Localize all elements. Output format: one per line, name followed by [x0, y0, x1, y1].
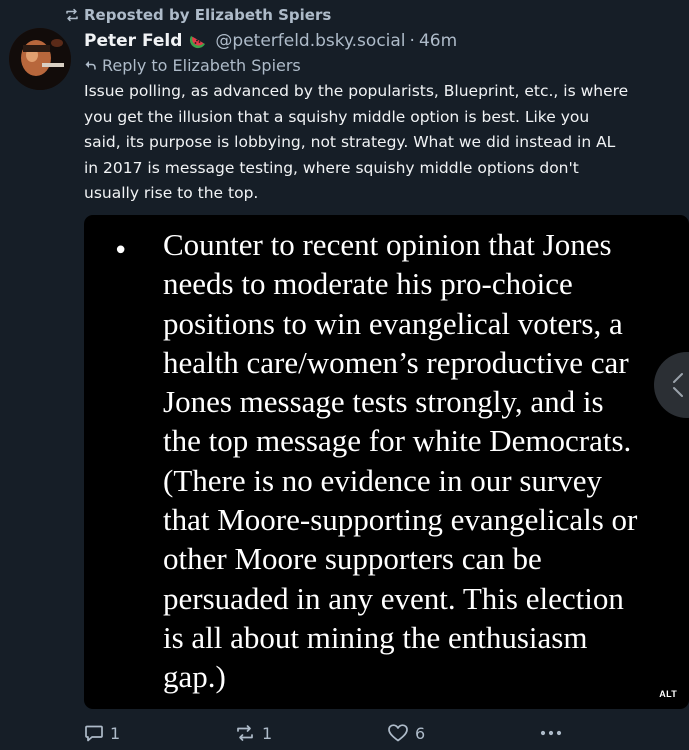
reply-label: Reply to Elizabeth Spiers [102, 55, 301, 75]
post-text: Issue polling, as advanced by the popula… [84, 82, 629, 202]
repost-icon [66, 8, 78, 22]
separator-dot: · [409, 31, 415, 51]
heart-icon [388, 724, 408, 742]
reply-arrow-icon [85, 61, 96, 70]
repost-button[interactable]: 1 [234, 720, 272, 746]
post-header: Peter Feld @peterfeld.bsky.social · 46m [84, 29, 457, 53]
repost-icon [237, 725, 253, 741]
avatar[interactable] [9, 28, 71, 90]
ellipsis-icon [540, 730, 562, 736]
author-name[interactable]: Peter Feld [84, 31, 182, 51]
feed-post[interactable]: Reposted by Elizabeth Spiers Peter Feld … [0, 0, 689, 750]
repost-indicator[interactable]: Reposted by Elizabeth Spiers [64, 4, 331, 26]
like-button[interactable]: 6 [387, 720, 425, 746]
avatar-photo [9, 28, 71, 90]
post-timestamp[interactable]: 46m [419, 31, 457, 51]
repost-count: 1 [262, 723, 273, 743]
comment-icon [85, 725, 103, 742]
watermelon-icon [190, 36, 206, 49]
post-actions: 1 1 6 [84, 720, 584, 746]
bullet-point: • [113, 236, 129, 266]
more-options-button[interactable] [539, 720, 563, 746]
author-handle[interactable]: @peterfeld.bsky.social [215, 31, 405, 51]
image-text: Counter to recent opinion that Jones nee… [163, 227, 638, 695]
reply-count: 1 [110, 723, 121, 743]
embedded-image[interactable]: • Counter to recent opinion that Jones n… [84, 215, 689, 709]
reply-context[interactable]: Reply to Elizabeth Spiers [84, 54, 301, 76]
chevron-up-icon [673, 373, 683, 397]
alt-badge[interactable]: ALT [659, 689, 677, 699]
like-count: 6 [415, 723, 426, 743]
repost-label: Reposted by Elizabeth Spiers [84, 6, 332, 24]
reply-button[interactable]: 1 [84, 720, 120, 746]
